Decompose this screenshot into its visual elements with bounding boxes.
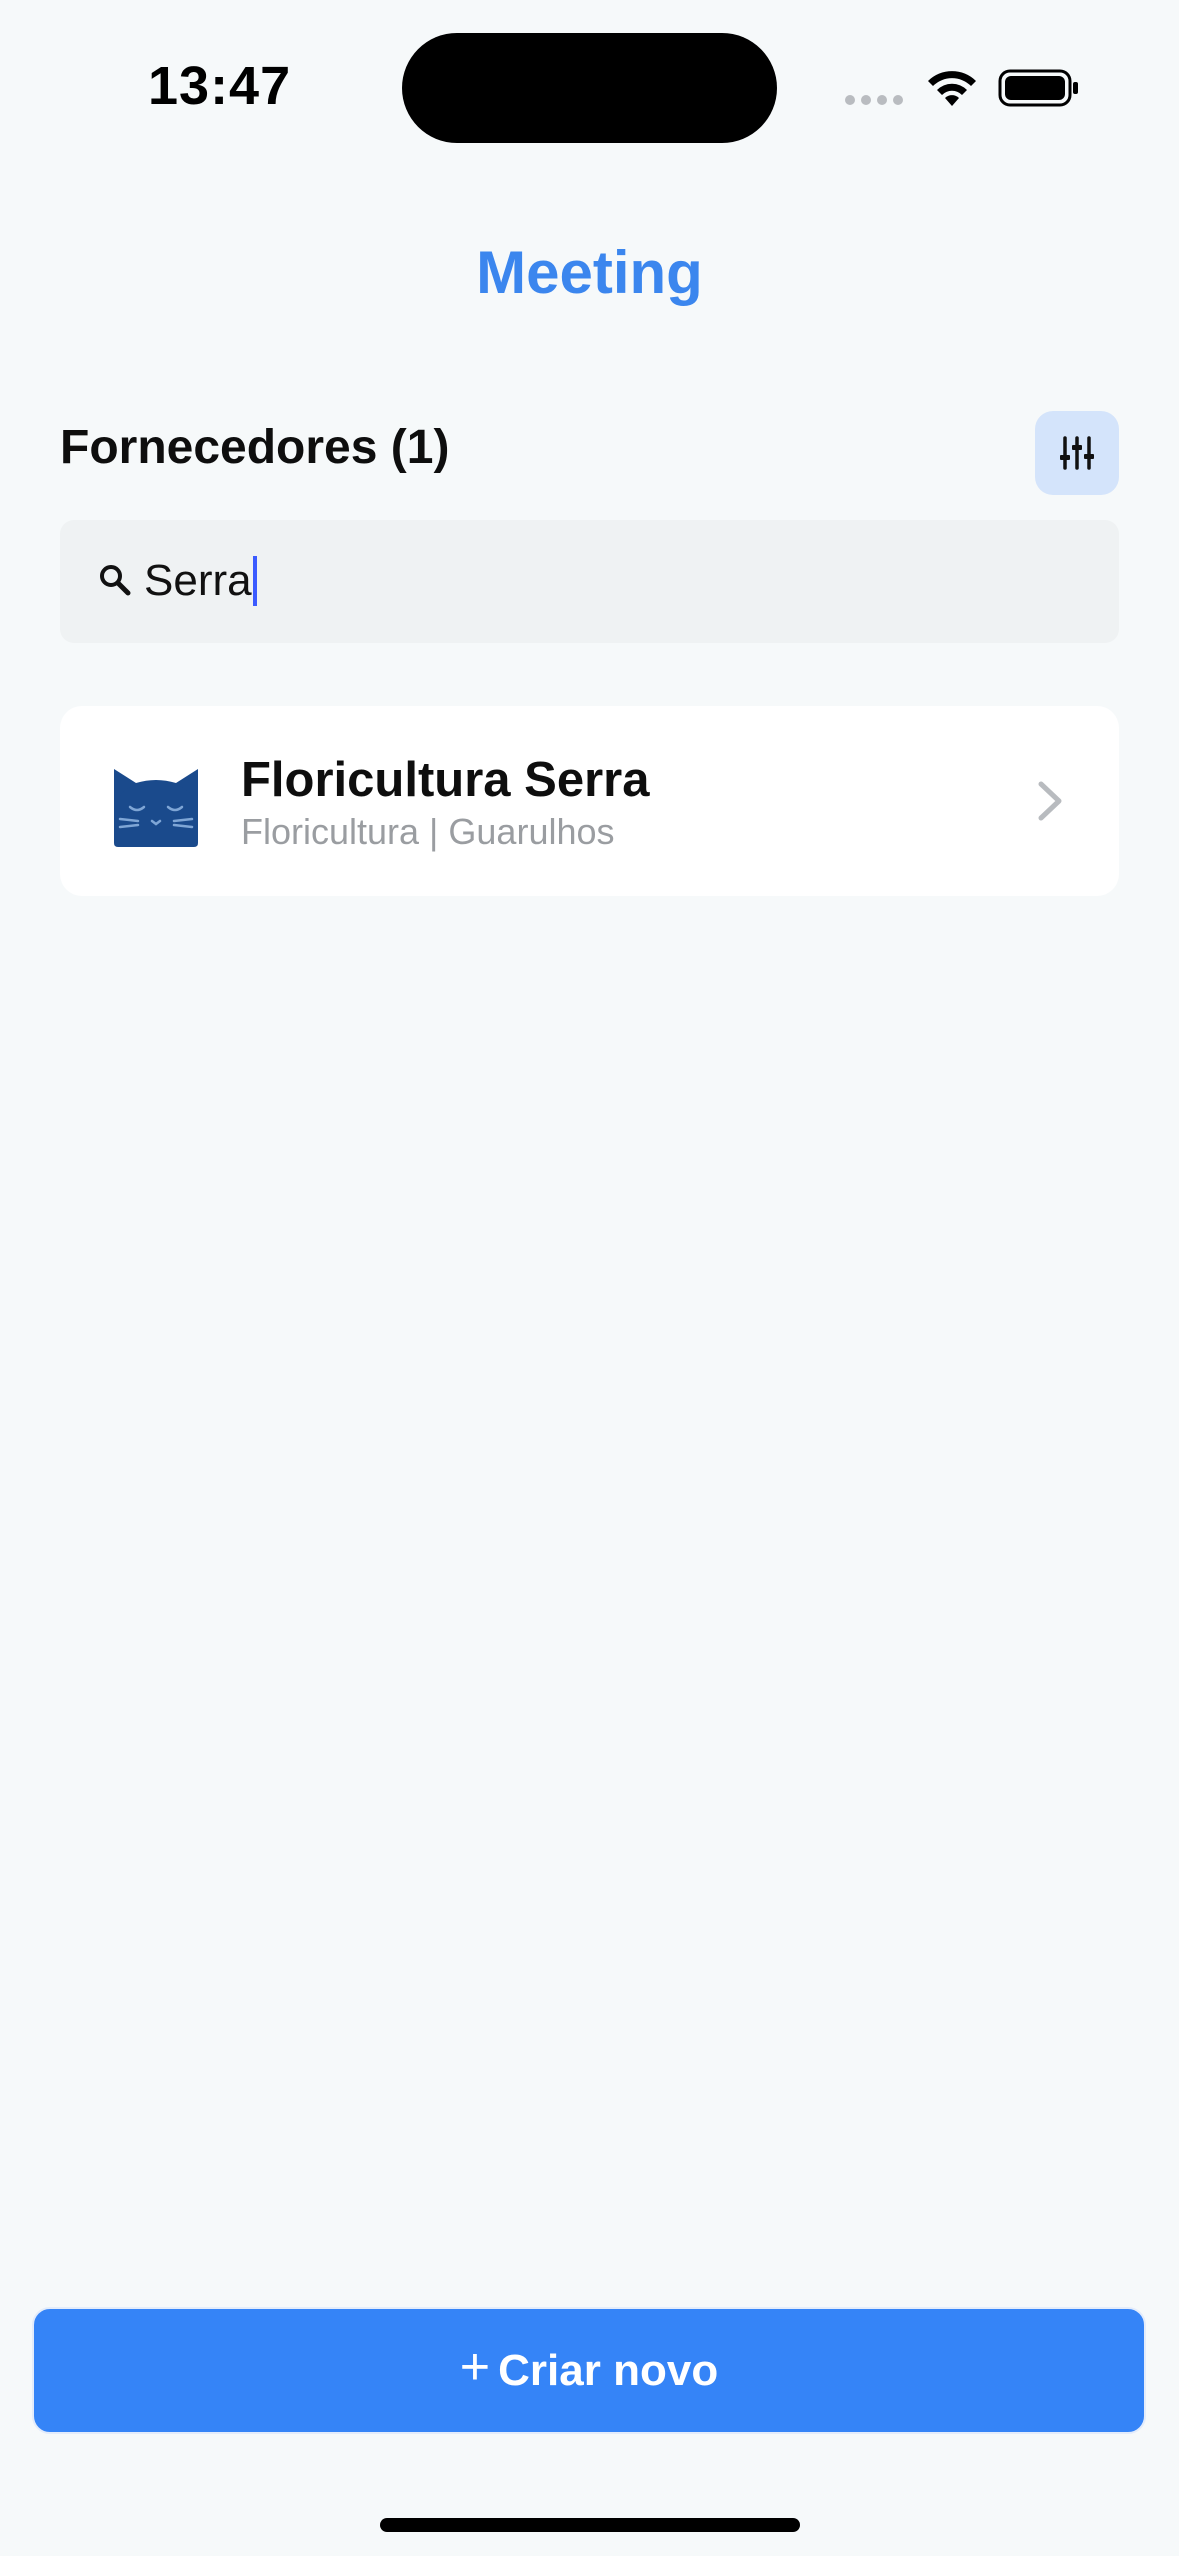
- section-title: Fornecedores (1): [60, 421, 450, 474]
- status-time: 13:47: [148, 56, 292, 116]
- status-bar: 13:47: [0, 0, 1179, 170]
- create-new-button[interactable]: + Criar novo: [32, 2307, 1146, 2434]
- search-icon: [100, 565, 131, 596]
- cellular-signal-icon: [845, 95, 903, 105]
- cat-face-icon: [114, 769, 198, 847]
- battery-icon: [998, 69, 1078, 107]
- chevron-right-icon: [1038, 781, 1062, 821]
- sliders-icon: [1060, 436, 1094, 470]
- create-new-label: Criar novo: [498, 2345, 719, 2395]
- dynamic-island: [402, 33, 777, 143]
- supplier-name: Floricultura Serra: [241, 753, 650, 807]
- home-indicator[interactable]: [380, 2518, 800, 2532]
- search-value-wrapper: Serra: [144, 556, 257, 606]
- text-caret: [252, 556, 257, 606]
- wifi-icon: [928, 71, 976, 106]
- search-value: Serra: [144, 556, 252, 605]
- filter-button[interactable]: [1035, 411, 1119, 495]
- list-item[interactable]: Floricultura Serra Floricultura | Guarul…: [60, 706, 1119, 896]
- search-input[interactable]: Serra: [60, 520, 1119, 643]
- page-title: Meeting: [476, 239, 703, 306]
- plus-icon: +: [459, 2337, 491, 2396]
- supplier-subtitle: Floricultura | Guarulhos: [241, 811, 615, 852]
